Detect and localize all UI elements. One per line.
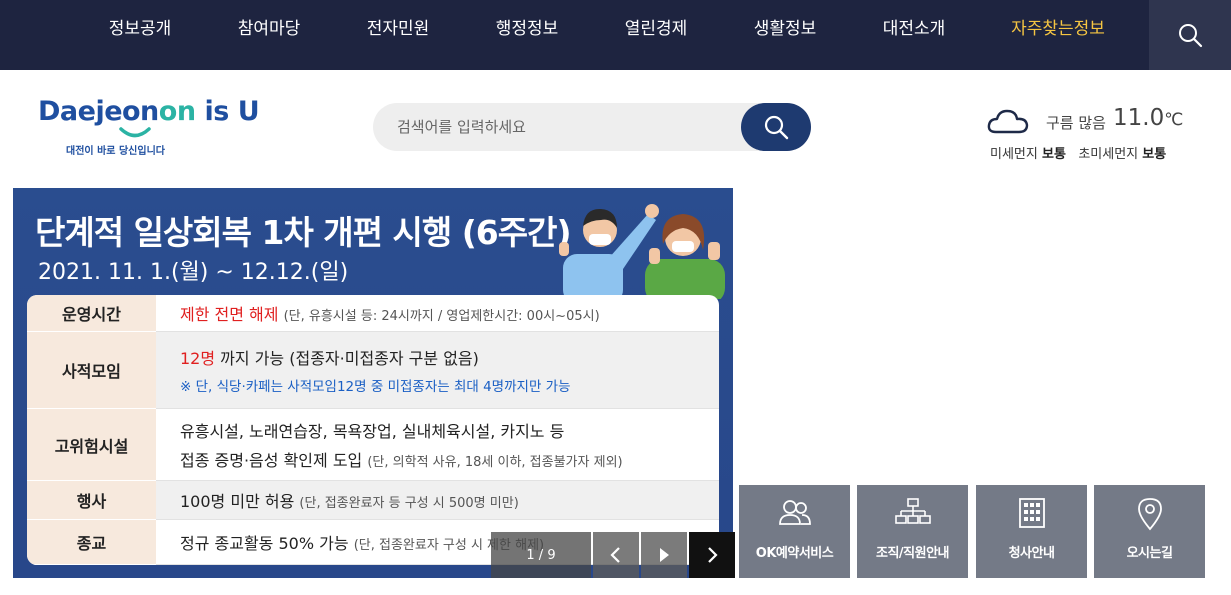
banner-dates: 2021. 11. 1.(월) ~ 12.12.(일) [38,260,349,285]
logo-word-daejeon: Daejeon [38,96,159,127]
dust-info: 미세먼지 보통 초미세먼지 보통 [990,143,1166,162]
org-chart-icon [894,498,931,524]
temperature-unit: ℃ [1164,110,1184,130]
search-submit-button[interactable] [741,103,811,151]
building-icon [1018,498,1045,528]
chevron-left-icon [610,547,620,563]
logo-word-on: on [158,96,196,127]
ultrafine-dust-value: 보통 [1142,147,1167,162]
value-text: 정규 종교활동 50% 가능 [180,534,349,553]
search-icon [764,115,789,140]
search-icon [1179,24,1203,48]
pause-play-button[interactable] [641,532,687,578]
policy-table: 운영시간 제한 전면 해제 (단, 유흥시설 등: 24시까지 / 영업제한시간… [27,295,719,565]
logo-smile-icon [119,127,151,138]
value-note: (단, 의학적 사유, 18세 이하, 접종불가자 제외) [367,455,623,470]
value-text: 100명 미만 허용 [180,492,295,511]
nav-item-info-disclosure[interactable]: 정보공개 [100,0,180,70]
value-note: (단, 유흥시설 등: 24시까지 / 영업제한시간: 00시~05시) [283,309,600,324]
row-label: 종교 [27,520,156,565]
nav-item-faq-info[interactable]: 자주찾는정보 [1000,0,1116,70]
cloud-icon [987,109,1029,134]
table-row: 행사 100명 미만 허용 (단, 접종완료자 등 구성 시 500명 미만) [27,481,719,520]
nav-item-about-daejeon[interactable]: 대전소개 [874,0,954,70]
table-row: 운영시간 제한 전면 해제 (단, 유흥시설 등: 24시까지 / 영업제한시간… [27,295,719,332]
page: 정보공개 참여마당 전자민원 행정정보 열린경제 생활정보 대전소개 자주찾는정… [0,0,1231,595]
nav-item-e-petition[interactable]: 전자민원 [358,0,438,70]
nav-item-living-info[interactable]: 생활정보 [745,0,825,70]
nav-item-participation[interactable]: 참여마당 [229,0,309,70]
row-value: 12명 까지 가능 (접종자·미접종자 구분 없음) ※ 단, 식당·카페는 사… [156,332,719,409]
value-line-1: 유흥시설, 노래연습장, 목욕장업, 실내체육시설, 카지노 등 [180,422,565,441]
row-value: 100명 미만 허용 (단, 접종완료자 등 구성 시 500명 미만) [156,481,719,520]
cheering-people-illustration [559,204,725,299]
quicklink-organization[interactable]: 조직/직원안내 [857,485,968,578]
row-value: 제한 전면 해제 (단, 유흥시설 등: 24시까지 / 영업제한시간: 00시… [156,295,719,332]
weather-temperature: 11.0℃ [1113,105,1183,131]
value-note: (단, 접종완료자 등 구성 시 500명 미만) [299,496,519,511]
slide-counter: 1 / 9 [491,532,591,578]
logo-word-is-u: is U [195,96,260,127]
top-navigation: 정보공개 참여마당 전자민원 행정정보 열린경제 생활정보 대전소개 자주찾는정… [0,0,1231,70]
table-row: 사적모임 12명 까지 가능 (접종자·미접종자 구분 없음) ※ 단, 식당·… [27,332,719,409]
quicklink-label: 청사안내 [1008,546,1055,561]
logo-slogan: 대전이 바로 당신입니다 [66,146,165,157]
nav-item-administration[interactable]: 행정정보 [487,0,567,70]
search-input[interactable] [397,103,727,151]
quicklink-label: 조직/직원안내 [875,546,950,561]
nav-item-open-economy[interactable]: 열린경제 [616,0,696,70]
quicklink-label: OK예약서비스 [755,546,834,561]
value-subnote: ※ 단, 식당·카페는 사적모임12명 중 미접종자는 최대 4명까지만 가능 [180,379,571,395]
prev-slide-button[interactable] [593,532,639,578]
logo-wordmark: Daejeonon is U [38,96,260,127]
next-slide-button[interactable] [689,532,735,578]
temperature-value: 11.0 [1113,105,1165,131]
main-banner[interactable]: 단계적 일상회복 1차 개편 시행 (6주간) 2021. 11. 1.(월) … [13,188,733,578]
value-line-2: 접종 증명·음성 확인제 도입 (단, 의학적 사유, 18세 이하, 접종불가… [180,447,719,471]
nav-search-button[interactable] [1149,0,1231,70]
row-value: 유흥시설, 노래연습장, 목욕장업, 실내체육시설, 카지노 등 접종 증명·음… [156,409,719,481]
value-text: 접종 증명·음성 확인제 도입 [180,451,363,470]
play-icon [660,548,669,562]
chevron-right-icon [708,547,718,563]
row-label: 사적모임 [27,332,156,409]
location-pin-icon [1137,498,1162,531]
highlight-text: 12명 [180,349,216,368]
ultrafine-dust-label: 초미세먼지 [1078,147,1139,162]
value-text: 까지 가능 (접종자·미접종자 구분 없음) [215,349,479,368]
row-label: 운영시간 [27,295,156,332]
weather-condition: 구름 많음 [1046,114,1106,132]
quicklink-building-guide[interactable]: 청사안내 [976,485,1087,578]
row-label: 행사 [27,481,156,520]
fine-dust-label: 미세먼지 [990,147,1038,162]
quicklink-ok-reservation[interactable]: OK예약서비스 [739,485,850,578]
weather-widget: 구름 많음 11.0℃ 미세먼지 보통 초미세먼지 보통 [986,100,1216,170]
highlight-text: 제한 전면 해제 [180,305,279,324]
site-logo[interactable]: Daejeonon is U 대전이 바로 당신입니다 [38,96,260,166]
quicklink-directions[interactable]: 오시는길 [1094,485,1205,578]
table-row: 고위험시설 유흥시설, 노래연습장, 목욕장업, 실내체육시설, 카지노 등 접… [27,409,719,481]
banner-title: 단계적 일상회복 1차 개편 시행 (6주간) [35,213,572,252]
banner-pager: 1 / 9 [491,532,735,578]
fine-dust-value: 보통 [1041,147,1066,162]
users-icon [778,500,811,525]
quicklink-label: 오시는길 [1126,546,1173,561]
search-bar [373,103,811,151]
row-label: 고위험시설 [27,409,156,481]
